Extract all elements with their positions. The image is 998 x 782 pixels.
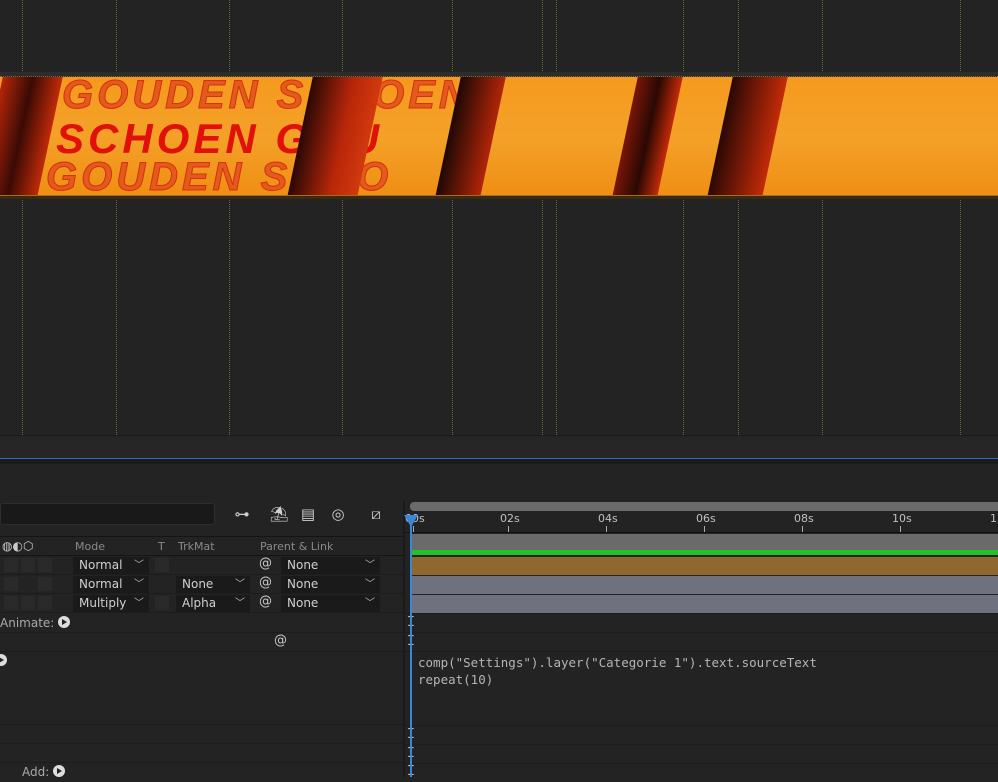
playhead-handle[interactable]: [404, 515, 418, 527]
column-mode[interactable]: Mode: [75, 540, 105, 553]
guide-line: [229, 0, 230, 435]
ruler-tick: 04s: [598, 512, 618, 532]
layer-duration-bar[interactable]: [412, 557, 998, 575]
ruler-tick: 08s: [794, 512, 814, 532]
render-cache-bar: [412, 550, 998, 555]
column-parent-link[interactable]: Parent & Link: [260, 540, 333, 553]
composition-flowchart-icon[interactable]: ⊶: [232, 505, 252, 523]
layer-row[interactable]: Normal ﹀ None ﹀ @ None ﹀: [0, 575, 403, 594]
mode-dropdown[interactable]: Normal ﹀: [73, 557, 149, 574]
animate-row: Animate:: [0, 613, 403, 633]
composition-viewer[interactable]: GOUDEN SCHOEN SCHOEN GOU GOUDEN SCHO: [0, 0, 998, 435]
playhead-line[interactable]: [410, 516, 412, 777]
pick-whip-icon[interactable]: @: [259, 594, 272, 609]
guide-line: [342, 0, 343, 435]
guide-line: [116, 0, 117, 435]
draft-3d-icon[interactable]: ⛱: [269, 505, 289, 523]
add-row: Add:: [0, 763, 403, 782]
preserve-transparency-checkbox[interactable]: [155, 596, 169, 610]
graph-editor-icon[interactable]: ⧄: [366, 505, 386, 523]
guide-line: [452, 0, 453, 435]
viewer-footer-bar: [0, 435, 998, 459]
frame-blending-icon[interactable]: ▤: [298, 505, 318, 523]
trkmat-dropdown[interactable]: Alpha ﹀: [176, 595, 250, 612]
parent-dropdown[interactable]: None ﹀: [281, 557, 380, 574]
expression-editor[interactable]: comp("Settings").layer("Categorie 1").te…: [418, 654, 817, 688]
guide-line: [542, 0, 543, 435]
add-play-icon[interactable]: [53, 765, 66, 777]
guide-line: [822, 0, 823, 435]
layer-duration-bar[interactable]: [412, 576, 998, 594]
expression-language-menu-icon[interactable]: [0, 654, 7, 666]
adjustment-layer-icon[interactable]: ◍◐⬡: [2, 539, 33, 553]
ruler-tick: 10s: [892, 512, 912, 532]
layer-row[interactable]: Multiply ﹀ Alpha ﹀ @ None ﹀: [0, 594, 403, 613]
animate-play-icon[interactable]: [58, 616, 71, 628]
parent-dropdown[interactable]: None ﹀: [281, 576, 380, 593]
pick-whip-icon[interactable]: @: [274, 633, 287, 648]
layer-duration-bar[interactable]: [412, 595, 998, 613]
layer-column-header: ◍◐⬡ Mode T TrkMat Parent & Link: [0, 536, 403, 556]
mode-dropdown[interactable]: Multiply ﹀: [73, 595, 149, 612]
ruler-tick: 12s: [990, 512, 998, 525]
preserve-transparency-checkbox[interactable]: [155, 558, 169, 572]
layer-search-input[interactable]: [0, 503, 215, 525]
guide-line: [960, 0, 961, 435]
parent-dropdown[interactable]: None ﹀: [281, 595, 380, 612]
mode-dropdown[interactable]: Normal ﹀: [73, 576, 149, 593]
ruler-tick: 02s: [500, 512, 520, 532]
column-t[interactable]: T: [158, 540, 165, 553]
banner-outline-text: GOUDEN SCHOEN: [62, 77, 472, 118]
time-navigator-bar[interactable]: [410, 502, 998, 511]
banner-bottom-edge: [0, 195, 998, 199]
motion-blur-icon[interactable]: ◎: [328, 505, 348, 523]
guide-line: [556, 0, 557, 435]
banner-preview: GOUDEN SCHOEN SCHOEN GOU GOUDEN SCHO: [0, 77, 998, 195]
ruler-tick: 06s: [696, 512, 716, 532]
trkmat-dropdown[interactable]: None ﹀: [176, 576, 250, 593]
expression-row: [0, 652, 403, 725]
guide-line: [22, 0, 23, 435]
pick-whip-icon[interactable]: @: [259, 575, 272, 590]
work-area-bar[interactable]: [410, 534, 998, 550]
property-row: @: [0, 633, 403, 652]
guide-line: [738, 0, 739, 435]
layer-row[interactable]: Normal ﹀ @ None ﹀: [0, 556, 403, 575]
property-row: [0, 744, 403, 763]
column-trkmat[interactable]: TrkMat: [178, 540, 215, 553]
property-row: [0, 725, 403, 744]
animate-label: Animate:: [0, 616, 71, 630]
pick-whip-icon[interactable]: @: [259, 556, 272, 571]
time-ruler[interactable]: 00s 02s 04s 06s 08s 10s 12s: [405, 512, 998, 533]
guide-line: [683, 0, 684, 435]
